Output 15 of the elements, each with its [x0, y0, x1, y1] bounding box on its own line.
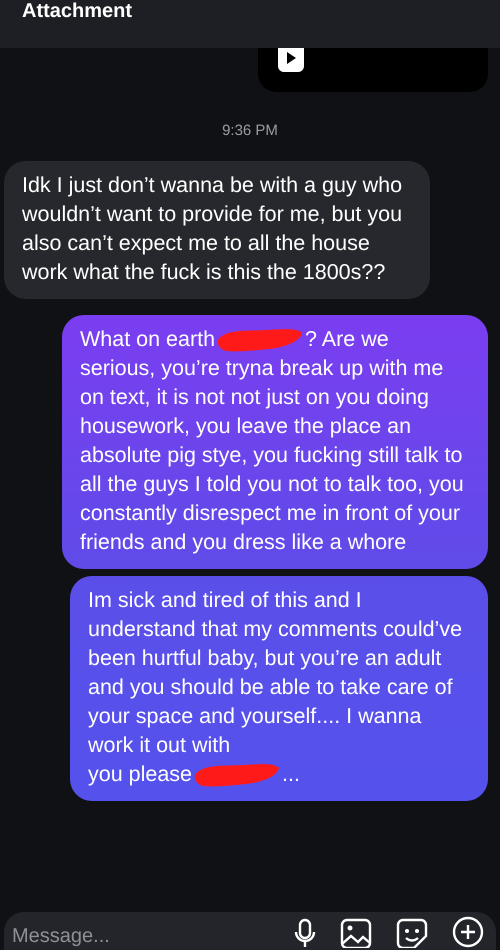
message-text: you please — [88, 761, 192, 788]
message-text: ? Are we — [305, 326, 389, 353]
microphone-icon[interactable] — [294, 918, 316, 948]
timestamp: 9:36 PM — [221, 122, 279, 139]
image-icon[interactable] — [340, 918, 372, 948]
sticker-icon[interactable] — [396, 918, 428, 948]
message-field[interactable]: Message... — [4, 912, 496, 950]
message-text: ... — [282, 761, 300, 788]
message-text: What on earth — [80, 326, 216, 353]
header-title: Attachment — [22, 0, 132, 22]
add-icon[interactable] — [452, 916, 484, 948]
message-text: serious, you’re tryna break up with me on text, it is not not just on you doing housework, you leave the place an absolute pig stye, you fucking still talk to all the guys I told you not to talk too, you constantly disrespect me in front of your friends and you dress like a whore — [80, 355, 465, 556]
play-icon — [278, 48, 304, 72]
message-text: Idk I just don’t wanna be with a guy who wouldn’t want to provide for me, but you also can’t expect me to all the house work what the fuck is this the 1800s?? — [22, 172, 404, 286]
video-attachment[interactable] — [258, 48, 488, 92]
